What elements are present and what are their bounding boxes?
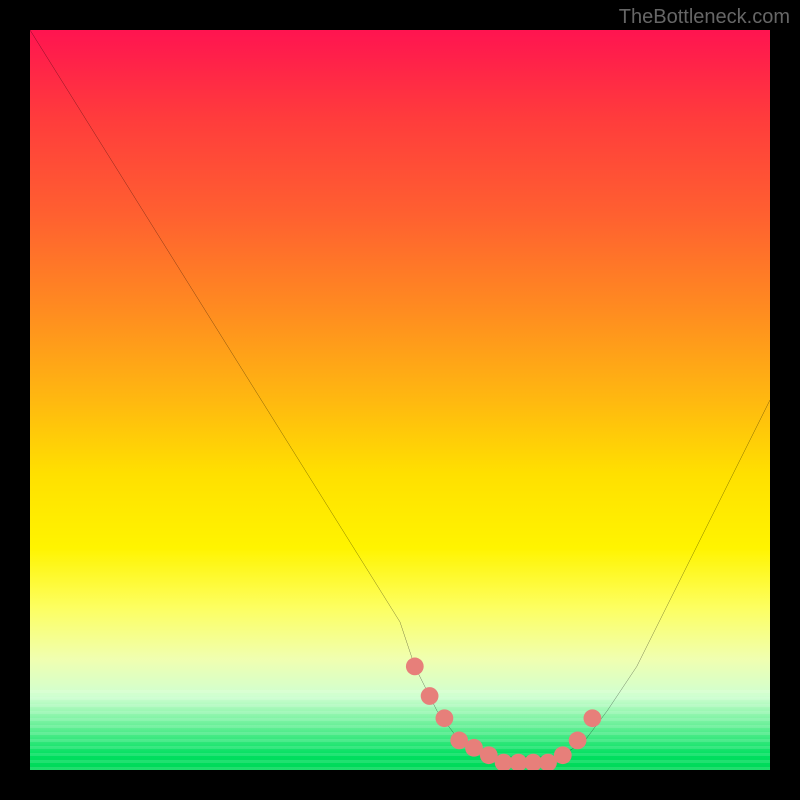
chart-plot-area [30, 30, 770, 770]
highlight-dot [554, 746, 572, 764]
bottleneck-curve-line [30, 30, 770, 763]
chart-svg [30, 30, 770, 770]
watermark-text: TheBottleneck.com [619, 6, 790, 29]
highlight-dot [584, 709, 602, 727]
highlight-dot [421, 687, 439, 705]
highlight-dot [436, 709, 454, 727]
highlight-dot [406, 658, 424, 676]
highlight-dots-group [406, 658, 601, 770]
highlight-dot [569, 732, 587, 750]
